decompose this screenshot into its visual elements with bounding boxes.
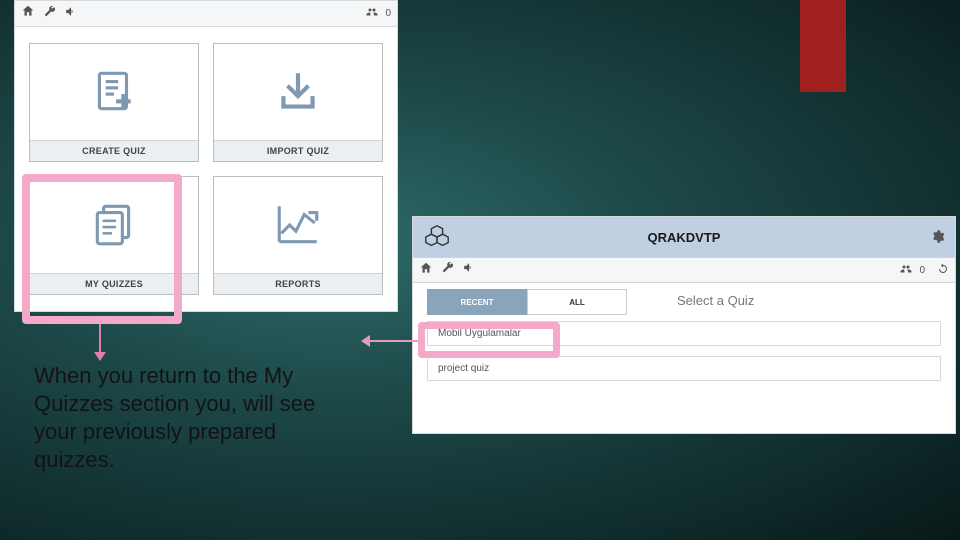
import-quiz-icon [214, 44, 382, 140]
tab-recent[interactable]: RECENT [427, 289, 527, 315]
arrow-left-icon [370, 340, 418, 342]
tab-all-label: ALL [569, 298, 585, 307]
my-quizzes-label: MY QUIZZES [30, 273, 198, 294]
volume-icon[interactable] [462, 261, 475, 279]
quiz-tabs: RECENT ALL Select a Quiz [413, 283, 955, 317]
quiz-item-label: project quiz [438, 363, 489, 374]
people-icon [365, 6, 379, 21]
gear-icon[interactable] [930, 229, 945, 249]
people-icon [899, 263, 913, 278]
refresh-icon[interactable] [937, 263, 949, 278]
room-header: QRAKDVTP [413, 217, 955, 257]
wrench-icon[interactable] [441, 261, 454, 279]
decorative-ribbon [800, 0, 846, 92]
quiz-list-item[interactable]: project quiz [427, 356, 941, 381]
socrative-logo-icon [423, 223, 451, 256]
quiz-toolbar: 0 [413, 257, 955, 283]
caption-text: When you return to the My Quizzes sectio… [34, 362, 334, 475]
select-quiz-prompt: Select a Quiz [677, 283, 754, 317]
quiz-list: Mobil Uygulamalar project quiz [413, 317, 955, 395]
dashboard-topbar: 0 [15, 1, 397, 27]
user-count: 0 [385, 8, 391, 19]
quiz-list-item[interactable]: Mobil Uygulamalar [427, 321, 941, 346]
create-quiz-tile[interactable]: CREATE QUIZ [29, 43, 199, 162]
home-icon[interactable] [419, 261, 433, 280]
reports-icon [214, 177, 382, 273]
dashboard-panel: 0 CREATE QUIZ [14, 0, 398, 312]
room-title: QRAKDVTP [648, 230, 721, 245]
import-quiz-label: IMPORT QUIZ [214, 140, 382, 161]
quiz-selection-panel: QRAKDVTP 0 RECENT AL [412, 216, 956, 434]
my-quizzes-tile[interactable]: MY QUIZZES [29, 176, 199, 295]
home-icon[interactable] [21, 4, 35, 23]
reports-tile[interactable]: REPORTS [213, 176, 383, 295]
reports-label: REPORTS [214, 273, 382, 294]
quiz-item-label: Mobil Uygulamalar [438, 328, 521, 339]
create-quiz-label: CREATE QUIZ [30, 140, 198, 161]
tab-recent-label: RECENT [461, 298, 494, 307]
import-quiz-tile[interactable]: IMPORT QUIZ [213, 43, 383, 162]
volume-icon[interactable] [64, 5, 77, 23]
user-count: 0 [919, 265, 925, 276]
dashboard-tiles: CREATE QUIZ IMPORT QUIZ M [15, 27, 397, 311]
my-quizzes-icon [30, 177, 198, 273]
wrench-icon[interactable] [43, 5, 56, 23]
arrow-down-icon [99, 324, 101, 352]
create-quiz-icon [30, 44, 198, 140]
tab-all[interactable]: ALL [527, 289, 627, 315]
